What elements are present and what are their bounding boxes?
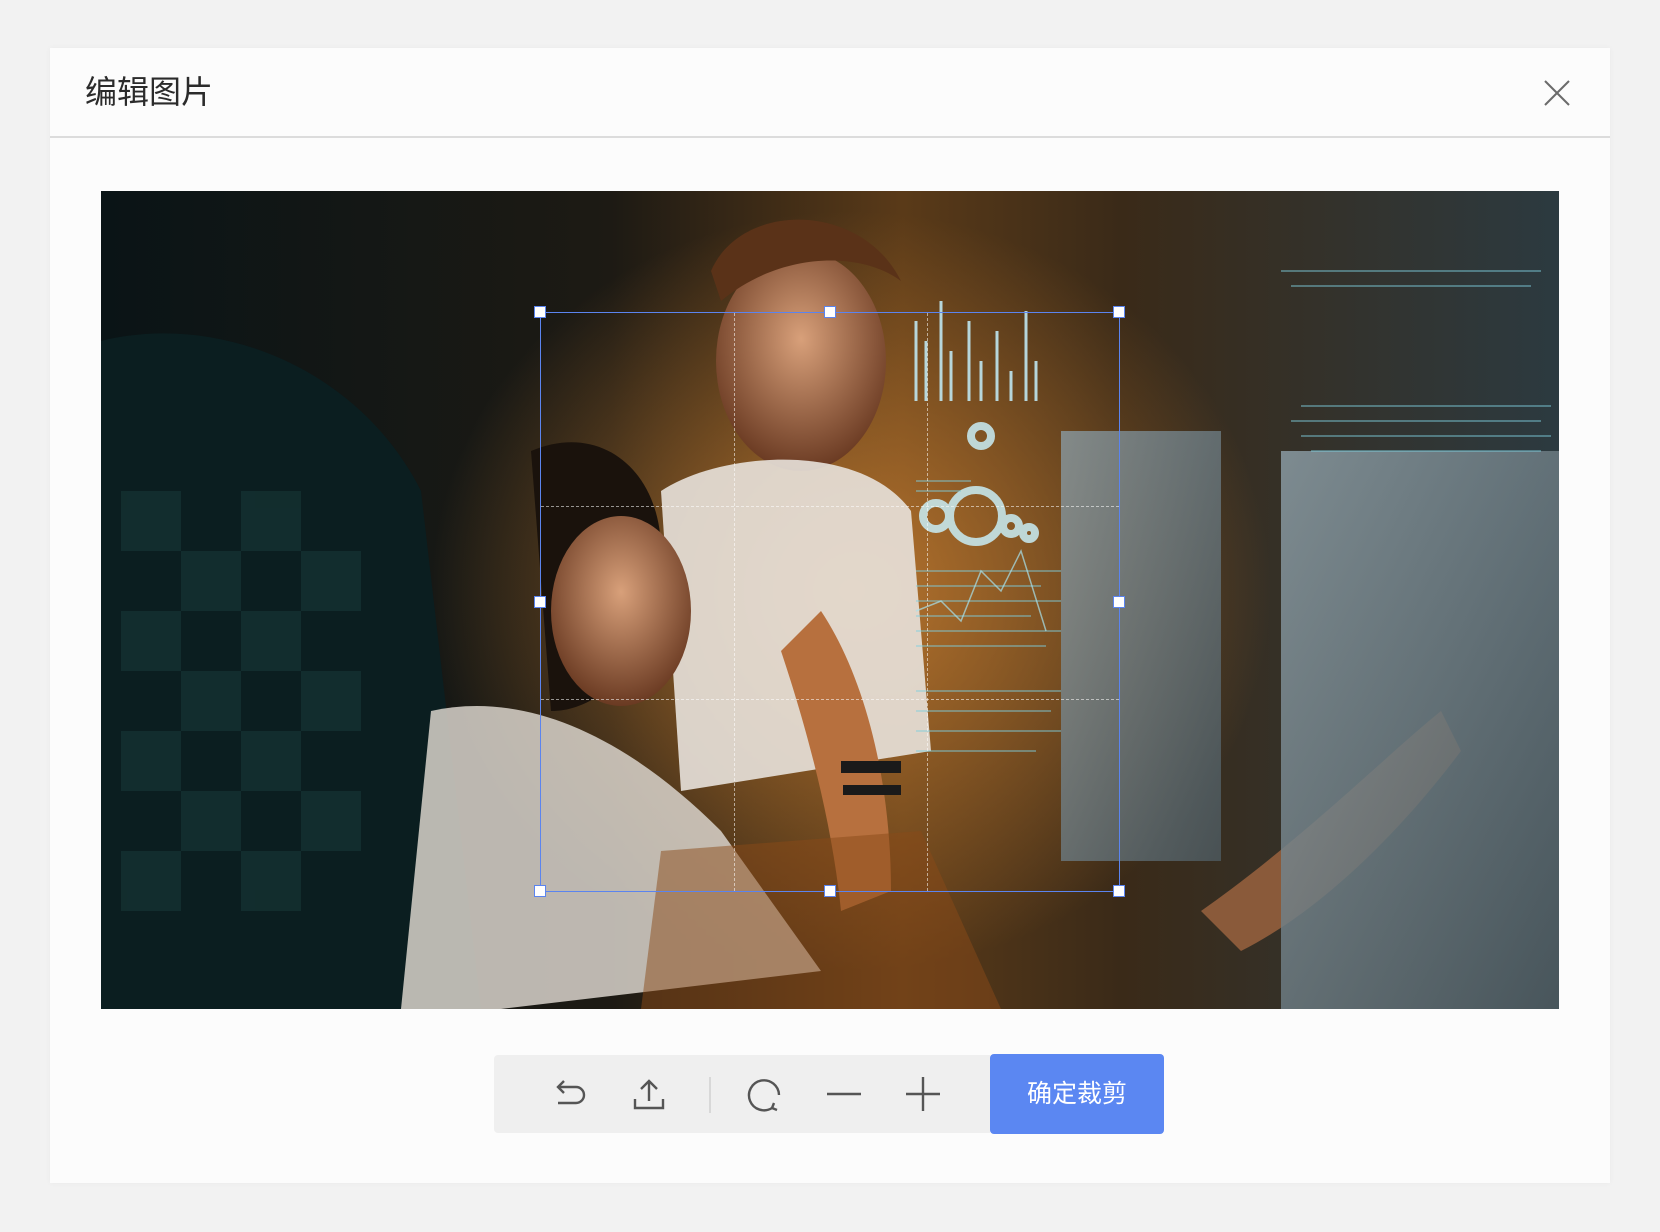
zoom-in-button[interactable] bbox=[900, 1071, 946, 1117]
rotate-icon bbox=[747, 1079, 781, 1112]
rotate-button[interactable] bbox=[742, 1071, 788, 1117]
crop-handle-top[interactable] bbox=[824, 306, 836, 318]
upload-button[interactable] bbox=[626, 1071, 672, 1117]
crop-handle-right[interactable] bbox=[1113, 596, 1125, 608]
undo-button[interactable] bbox=[546, 1071, 592, 1117]
edit-toolbar bbox=[494, 1055, 990, 1133]
edit-image-dialog: 编辑图片 确定裁剪 bbox=[50, 48, 1610, 1183]
crop-guide-line bbox=[927, 313, 928, 891]
undo-icon bbox=[556, 1080, 586, 1105]
crop-handle-bottom[interactable] bbox=[824, 885, 836, 897]
zoom-in-icon bbox=[906, 1077, 940, 1111]
toolbar-divider bbox=[709, 1077, 711, 1113]
upload-icon bbox=[633, 1079, 665, 1110]
crop-guide-line bbox=[541, 506, 1119, 507]
crop-handle-bottom-left[interactable] bbox=[534, 885, 546, 897]
dialog-header: 编辑图片 bbox=[50, 48, 1610, 138]
crop-handle-top-right[interactable] bbox=[1113, 306, 1125, 318]
zoom-out-button[interactable] bbox=[821, 1071, 867, 1117]
crop-selection[interactable] bbox=[534, 306, 1125, 897]
crop-handle-left[interactable] bbox=[534, 596, 546, 608]
zoom-out-icon bbox=[827, 1092, 861, 1096]
close-icon[interactable] bbox=[1540, 76, 1574, 110]
crop-guide-line bbox=[734, 313, 735, 891]
image-canvas[interactable] bbox=[101, 191, 1559, 1009]
crop-guide-line bbox=[541, 699, 1119, 700]
confirm-crop-button[interactable]: 确定裁剪 bbox=[990, 1054, 1164, 1134]
crop-handle-bottom-right[interactable] bbox=[1113, 885, 1125, 897]
dialog-title: 编辑图片 bbox=[85, 73, 214, 111]
crop-handle-top-left[interactable] bbox=[534, 306, 546, 318]
